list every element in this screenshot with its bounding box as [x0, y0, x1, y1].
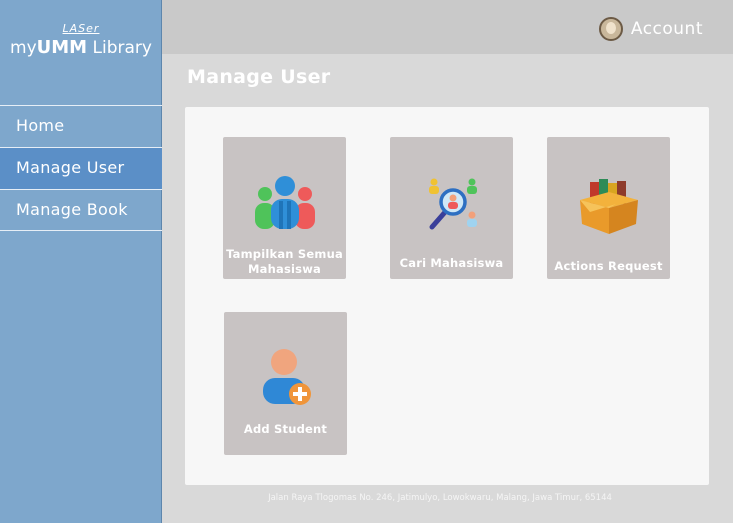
sidebar-nav: Home Manage User Manage Book	[0, 105, 162, 231]
add-student-card[interactable]: Add Student	[224, 312, 347, 455]
sidebar-item-home[interactable]: Home	[0, 105, 162, 147]
actions-request-label: Actions Request	[554, 259, 663, 273]
logo-bold: UMM	[36, 37, 88, 58]
page-title: Manage User	[187, 66, 331, 88]
search-users-icon	[429, 178, 477, 230]
group-users-icon	[255, 176, 315, 229]
logo-prefix: my	[10, 38, 37, 58]
book-box-icon	[580, 179, 638, 234]
logo-main-text: myUMM Library	[0, 37, 162, 59]
actions-request-card[interactable]: Actions Request	[547, 137, 670, 279]
account-label: Account	[630, 19, 703, 39]
search-students-card[interactable]: Cari Mahasiswa	[390, 137, 513, 279]
sidebar-item-manage-user[interactable]: Manage User	[0, 147, 162, 189]
top-bar: Account	[162, 0, 733, 54]
search-students-label: Cari Mahasiswa	[399, 256, 504, 270]
show-all-students-card[interactable]: Tampilkan Semua Mahasiswa	[223, 137, 346, 279]
content-panel: Tampilkan Semua Mahasiswa Cari Mahasiswa	[185, 107, 709, 485]
avatar	[598, 17, 623, 41]
app-logo[interactable]: LASer myUMM Library	[0, 22, 162, 59]
add-student-label: Add Student	[243, 422, 328, 436]
logo-suffix: Library	[87, 38, 152, 58]
sidebar-item-manage-book[interactable]: Manage Book	[0, 189, 162, 231]
show-all-students-label: Tampilkan Semua Mahasiswa	[226, 247, 343, 276]
account-menu[interactable]: Account	[598, 17, 703, 41]
sidebar: LASer myUMM Library Home Manage User Man…	[0, 0, 162, 523]
add-user-icon	[263, 349, 311, 405]
footer-address: Jalan Raya Tlogomas No. 246, Jatimulyo, …	[268, 493, 612, 503]
logo-top-text: LASer	[62, 22, 100, 35]
